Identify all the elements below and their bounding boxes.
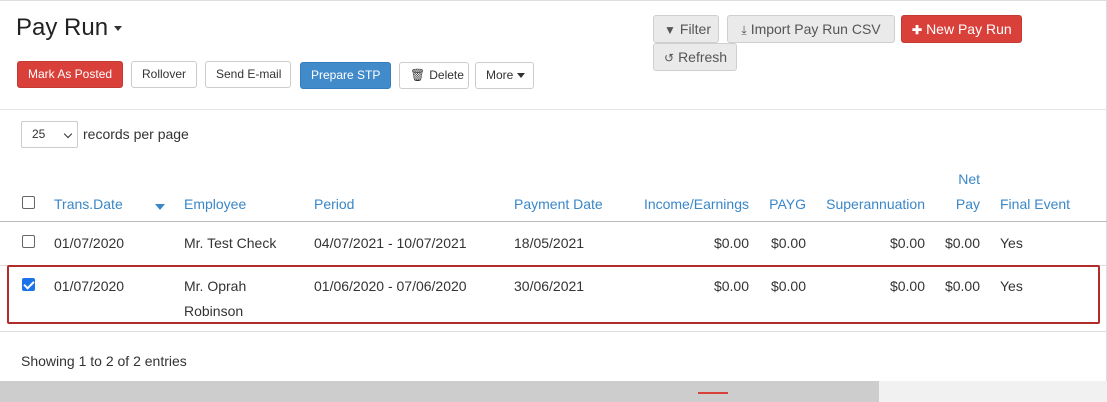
cell-payment-date: 18/05/2021	[514, 235, 585, 251]
table-header-divider	[0, 221, 1107, 222]
import-csv-button[interactable]: ⤓ Import Pay Run CSV	[727, 15, 895, 43]
column-header-payg[interactable]: PAYG	[760, 196, 806, 212]
column-header-superannuation[interactable]: Superannuation	[815, 196, 925, 212]
cell-trans-date: 01/07/2020	[54, 235, 125, 251]
column-header-payment-date[interactable]: Payment Date	[514, 196, 603, 212]
mark-as-posted-button[interactable]: Mark As Posted	[17, 61, 123, 88]
page-size-value: 25	[32, 127, 46, 141]
scroll-indicator-mark	[698, 392, 728, 394]
chevron-down-icon	[517, 73, 526, 79]
row-checkbox[interactable]	[22, 235, 35, 248]
refresh-label: Refresh	[678, 49, 728, 65]
column-header-net-pay-line2[interactable]: Pay	[940, 196, 980, 212]
cell-employee[interactable]: Mr. Test Check	[184, 235, 276, 251]
table-bottom-divider	[0, 331, 1107, 332]
cell-period: 04/07/2021 - 10/07/2021	[314, 235, 467, 251]
rollover-button[interactable]: Rollover	[131, 61, 197, 88]
cell-income: $0.00	[713, 235, 749, 251]
plus-icon: ✚	[912, 23, 923, 37]
send-email-button[interactable]: Send E-mail	[205, 61, 291, 88]
sort-descending-icon[interactable]	[155, 204, 165, 210]
column-header-employee[interactable]: Employee	[184, 196, 246, 212]
download-icon: ⤓	[741, 23, 747, 37]
import-csv-label: Import Pay Run CSV	[750, 21, 881, 37]
top-border	[0, 0, 1107, 1]
delete-label: Delete	[429, 68, 464, 82]
column-header-net-pay-line1[interactable]: Net	[940, 171, 980, 187]
records-per-page-label: records per page	[83, 126, 189, 142]
column-header-final-event[interactable]: Final Event	[1000, 196, 1070, 212]
refresh-button[interactable]: ↺ Refresh	[653, 43, 737, 71]
column-header-period[interactable]: Period	[314, 196, 354, 212]
chevron-down-icon	[114, 26, 123, 32]
page-title-text: Pay Run	[16, 14, 109, 41]
prepare-stp-button[interactable]: Prepare STP	[300, 62, 391, 89]
page-size-select[interactable]: 25	[21, 121, 78, 148]
cell-superannuation: $0.00	[889, 235, 925, 251]
scrollbar-thumb[interactable]	[0, 381, 879, 402]
cell-final-event: Yes	[1000, 235, 1023, 251]
chevron-down-icon	[63, 129, 73, 139]
new-pay-run-button[interactable]: ✚ New Pay Run	[901, 15, 1022, 43]
more-dropdown-button[interactable]: More	[475, 62, 534, 89]
page-title[interactable]: Pay Run	[16, 14, 123, 42]
header-divider	[0, 109, 1107, 110]
refresh-icon: ↺	[664, 51, 675, 65]
select-all-checkbox[interactable]	[22, 196, 35, 209]
cell-net-pay: $0.00	[944, 235, 980, 251]
filter-icon: ▼	[664, 23, 676, 37]
cell-payg: $0.00	[770, 235, 806, 251]
column-header-trans-date[interactable]: Trans.Date	[54, 196, 123, 212]
delete-button[interactable]: 🗑 Delete	[399, 62, 469, 89]
filter-button[interactable]: ▼ Filter	[653, 15, 719, 43]
filter-label: Filter	[679, 21, 712, 37]
more-label: More	[486, 68, 514, 82]
column-header-income[interactable]: Income/Earnings	[630, 196, 749, 212]
trash-icon: 🗑	[410, 68, 426, 82]
selection-highlight	[7, 265, 1100, 324]
new-pay-run-label: New Pay Run	[926, 21, 1012, 37]
pagination-info: Showing 1 to 2 of 2 entries	[21, 353, 187, 369]
